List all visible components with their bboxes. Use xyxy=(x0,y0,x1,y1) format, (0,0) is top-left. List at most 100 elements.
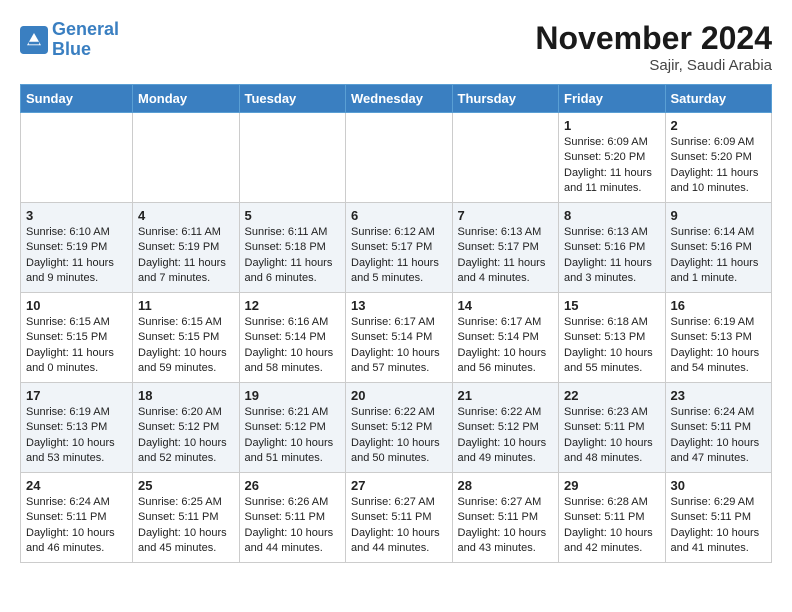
day-info: Sunset: 5:12 PM xyxy=(138,420,234,435)
day-info: Sunrise: 6:22 AM xyxy=(351,405,447,420)
day-info: Sunset: 5:17 PM xyxy=(351,240,447,255)
day-info: Sunset: 5:18 PM xyxy=(245,240,341,255)
day-info: Daylight: 11 hours and 4 minutes. xyxy=(458,256,554,287)
calendar-cell: 29Sunrise: 6:28 AMSunset: 5:11 PMDayligh… xyxy=(559,473,666,563)
calendar-cell: 27Sunrise: 6:27 AMSunset: 5:11 PMDayligh… xyxy=(346,473,453,563)
day-info: Sunset: 5:12 PM xyxy=(458,420,554,435)
day-number: 18 xyxy=(138,388,234,403)
day-info: Sunset: 5:13 PM xyxy=(564,330,660,345)
day-info: Sunrise: 6:11 AM xyxy=(245,225,341,240)
day-info: Sunset: 5:11 PM xyxy=(564,420,660,435)
calendar-row-4: 24Sunrise: 6:24 AMSunset: 5:11 PMDayligh… xyxy=(21,473,772,563)
calendar-cell: 23Sunrise: 6:24 AMSunset: 5:11 PMDayligh… xyxy=(665,383,772,473)
calendar-cell: 15Sunrise: 6:18 AMSunset: 5:13 PMDayligh… xyxy=(559,293,666,383)
day-info: Sunset: 5:11 PM xyxy=(26,510,127,525)
day-number: 7 xyxy=(458,208,554,223)
calendar-cell: 5Sunrise: 6:11 AMSunset: 5:18 PMDaylight… xyxy=(239,203,346,293)
calendar-cell: 9Sunrise: 6:14 AMSunset: 5:16 PMDaylight… xyxy=(665,203,772,293)
calendar-cell: 6Sunrise: 6:12 AMSunset: 5:17 PMDaylight… xyxy=(346,203,453,293)
day-info: Sunrise: 6:28 AM xyxy=(564,495,660,510)
day-number: 1 xyxy=(564,118,660,133)
day-info: Sunrise: 6:13 AM xyxy=(564,225,660,240)
day-info: Daylight: 11 hours and 11 minutes. xyxy=(564,166,660,197)
day-info: Sunset: 5:19 PM xyxy=(138,240,234,255)
day-number: 21 xyxy=(458,388,554,403)
title-block: November 2024 Sajir, Saudi Arabia xyxy=(535,20,772,74)
day-number: 11 xyxy=(138,298,234,313)
day-info: Sunrise: 6:09 AM xyxy=(564,135,660,150)
page-header: GeneralBlue November 2024 Sajir, Saudi A… xyxy=(20,20,772,74)
day-number: 13 xyxy=(351,298,447,313)
day-number: 15 xyxy=(564,298,660,313)
calendar-cell: 24Sunrise: 6:24 AMSunset: 5:11 PMDayligh… xyxy=(21,473,133,563)
day-info: Daylight: 11 hours and 6 minutes. xyxy=(245,256,341,287)
day-number: 25 xyxy=(138,478,234,493)
day-info: Daylight: 10 hours and 54 minutes. xyxy=(671,346,767,377)
day-info: Daylight: 10 hours and 55 minutes. xyxy=(564,346,660,377)
calendar-cell: 4Sunrise: 6:11 AMSunset: 5:19 PMDaylight… xyxy=(133,203,240,293)
calendar-cell: 1Sunrise: 6:09 AMSunset: 5:20 PMDaylight… xyxy=(559,113,666,203)
day-info: Daylight: 10 hours and 44 minutes. xyxy=(245,526,341,557)
calendar-table: Sunday Monday Tuesday Wednesday Thursday… xyxy=(20,84,772,563)
day-info: Sunset: 5:11 PM xyxy=(671,510,767,525)
day-info: Sunrise: 6:12 AM xyxy=(351,225,447,240)
day-number: 20 xyxy=(351,388,447,403)
day-info: Sunset: 5:15 PM xyxy=(26,330,127,345)
day-info: Sunrise: 6:10 AM xyxy=(26,225,127,240)
day-number: 16 xyxy=(671,298,767,313)
day-number: 12 xyxy=(245,298,341,313)
day-info: Daylight: 10 hours and 47 minutes. xyxy=(671,436,767,467)
calendar-cell: 25Sunrise: 6:25 AMSunset: 5:11 PMDayligh… xyxy=(133,473,240,563)
day-info: Sunrise: 6:21 AM xyxy=(245,405,341,420)
day-info: Daylight: 11 hours and 7 minutes. xyxy=(138,256,234,287)
day-info: Daylight: 10 hours and 58 minutes. xyxy=(245,346,341,377)
day-number: 6 xyxy=(351,208,447,223)
day-number: 30 xyxy=(671,478,767,493)
day-number: 27 xyxy=(351,478,447,493)
day-info: Daylight: 11 hours and 1 minute. xyxy=(671,256,767,287)
day-number: 9 xyxy=(671,208,767,223)
day-number: 14 xyxy=(458,298,554,313)
day-info: Sunrise: 6:24 AM xyxy=(671,405,767,420)
day-info: Sunset: 5:11 PM xyxy=(564,510,660,525)
day-info: Sunrise: 6:15 AM xyxy=(138,315,234,330)
day-number: 19 xyxy=(245,388,341,403)
day-info: Daylight: 10 hours and 41 minutes. xyxy=(671,526,767,557)
day-info: Sunrise: 6:27 AM xyxy=(458,495,554,510)
calendar-cell: 19Sunrise: 6:21 AMSunset: 5:12 PMDayligh… xyxy=(239,383,346,473)
day-info: Sunrise: 6:22 AM xyxy=(458,405,554,420)
day-info: Sunset: 5:11 PM xyxy=(351,510,447,525)
calendar-cell: 8Sunrise: 6:13 AMSunset: 5:16 PMDaylight… xyxy=(559,203,666,293)
day-info: Sunset: 5:14 PM xyxy=(458,330,554,345)
logo-text: GeneralBlue xyxy=(52,20,119,60)
day-number: 29 xyxy=(564,478,660,493)
day-info: Sunrise: 6:19 AM xyxy=(26,405,127,420)
day-info: Sunset: 5:16 PM xyxy=(671,240,767,255)
day-info: Daylight: 10 hours and 57 minutes. xyxy=(351,346,447,377)
day-number: 17 xyxy=(26,388,127,403)
day-info: Sunset: 5:11 PM xyxy=(245,510,341,525)
col-friday: Friday xyxy=(559,85,666,113)
calendar-cell: 11Sunrise: 6:15 AMSunset: 5:15 PMDayligh… xyxy=(133,293,240,383)
day-info: Sunrise: 6:20 AM xyxy=(138,405,234,420)
day-info: Daylight: 10 hours and 51 minutes. xyxy=(245,436,341,467)
location: Sajir, Saudi Arabia xyxy=(535,57,772,74)
calendar-cell xyxy=(133,113,240,203)
day-info: Sunset: 5:17 PM xyxy=(458,240,554,255)
day-info: Daylight: 11 hours and 0 minutes. xyxy=(26,346,127,377)
col-monday: Monday xyxy=(133,85,240,113)
day-info: Sunrise: 6:23 AM xyxy=(564,405,660,420)
day-info: Sunrise: 6:29 AM xyxy=(671,495,767,510)
day-info: Sunrise: 6:26 AM xyxy=(245,495,341,510)
day-info: Sunset: 5:19 PM xyxy=(26,240,127,255)
day-info: Daylight: 11 hours and 9 minutes. xyxy=(26,256,127,287)
calendar-cell: 13Sunrise: 6:17 AMSunset: 5:14 PMDayligh… xyxy=(346,293,453,383)
day-info: Sunrise: 6:11 AM xyxy=(138,225,234,240)
day-info: Daylight: 10 hours and 43 minutes. xyxy=(458,526,554,557)
calendar-cell xyxy=(239,113,346,203)
calendar-cell xyxy=(21,113,133,203)
day-info: Sunrise: 6:24 AM xyxy=(26,495,127,510)
col-wednesday: Wednesday xyxy=(346,85,453,113)
day-info: Sunrise: 6:19 AM xyxy=(671,315,767,330)
calendar-cell: 21Sunrise: 6:22 AMSunset: 5:12 PMDayligh… xyxy=(452,383,559,473)
